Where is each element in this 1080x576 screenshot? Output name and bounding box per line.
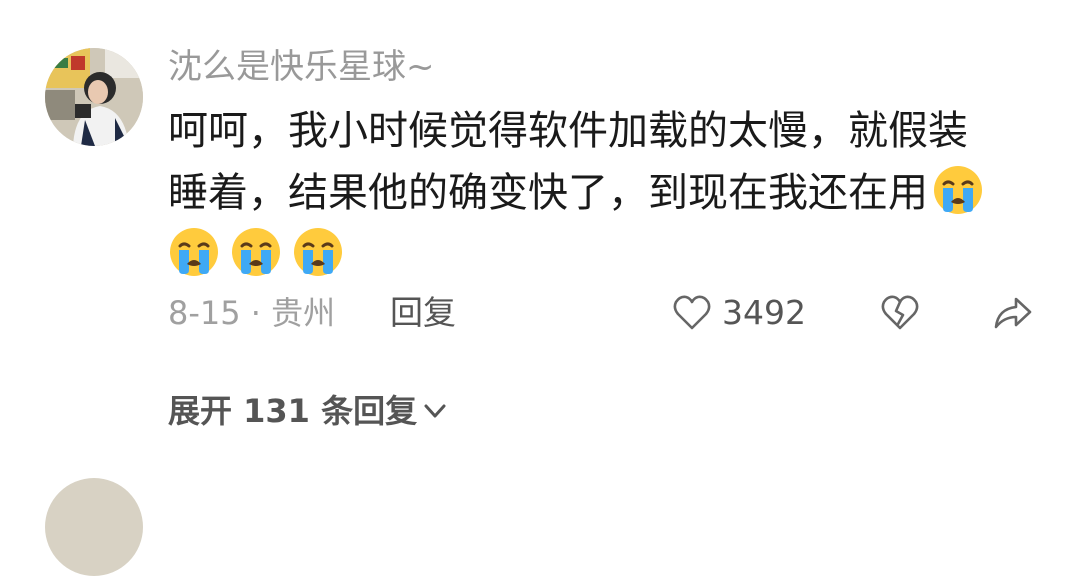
heart-icon xyxy=(673,295,711,330)
comment-text: 呵呵，我小时候觉得软件加载的太慢，就假装 睡着，结果他的确变快了，到现在我还在用 xyxy=(168,100,1048,286)
next-comment-avatar[interactable] xyxy=(45,478,143,576)
avatar[interactable] xyxy=(45,48,143,146)
comment-line-3 xyxy=(168,224,1048,286)
comment-date-location: 8-15 · 贵州 xyxy=(168,294,336,332)
comment-actions-row: 8-15 · 贵州 回复 3492 xyxy=(0,288,1080,338)
crying-face-emoji xyxy=(230,226,282,278)
avatar-image xyxy=(45,48,143,146)
crying-face-emoji xyxy=(932,164,984,216)
username[interactable]: 沈么是快乐星球~ xyxy=(168,44,435,90)
share-icon xyxy=(994,297,1032,329)
comment-line-1: 呵呵，我小时候觉得软件加载的太慢，就假装 xyxy=(168,108,968,154)
chevron-down-icon xyxy=(424,404,446,418)
like-button[interactable]: 3492 xyxy=(672,288,806,338)
crying-face-emoji xyxy=(168,226,220,278)
broken-heart-icon xyxy=(881,295,919,330)
dislike-button[interactable] xyxy=(880,293,920,333)
crying-face-emoji xyxy=(292,226,344,278)
comment-line-2-text: 睡着，结果他的确变快了，到现在我还在用 xyxy=(168,170,928,216)
share-button[interactable] xyxy=(992,293,1034,333)
expand-replies-label: 展开 131 条回复 xyxy=(168,392,418,430)
reply-button[interactable]: 回复 xyxy=(390,288,456,338)
like-count: 3492 xyxy=(722,293,806,332)
comment-line-2: 睡着，结果他的确变快了，到现在我还在用 xyxy=(168,162,1048,224)
expand-replies-button[interactable]: 展开 131 条回复 xyxy=(168,386,449,436)
